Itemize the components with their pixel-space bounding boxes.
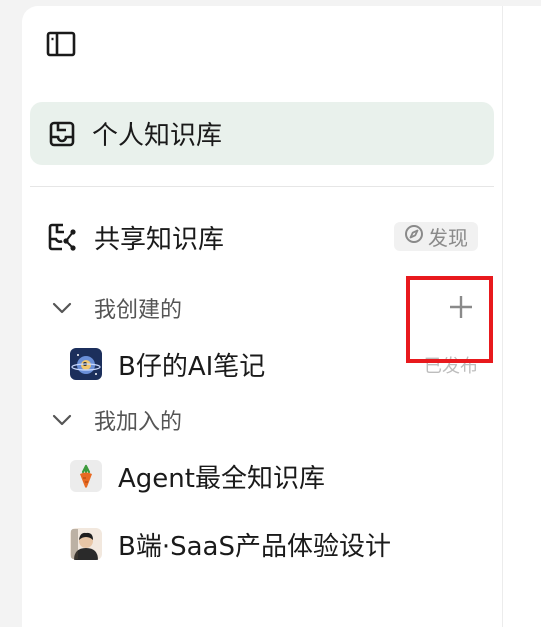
planet-avatar-icon [70, 348, 102, 380]
group-joined-label: 我加入的 [94, 410, 183, 435]
shared-kb-icon [48, 222, 78, 252]
sidebar-toggle-button[interactable] [45, 31, 77, 61]
discover-button[interactable]: 发现 [394, 222, 478, 251]
kb-list-item[interactable]: Agent最全知识库 [30, 454, 494, 498]
chevron-down-icon [50, 296, 74, 320]
compass-icon [404, 224, 424, 249]
app-root: 个人知识库 共享知识库 发现 我创建的 B仔的AI笔记 已发布 我加入的 Age… [0, 0, 541, 627]
discover-label: 发现 [428, 226, 468, 250]
sidebar-panel-icon [46, 31, 76, 61]
chevron-down-icon [50, 408, 74, 432]
main-content-pane [502, 6, 541, 627]
carrot-avatar-icon [70, 460, 102, 492]
group-joined-header[interactable]: 我加入的 [30, 400, 494, 440]
person-avatar-icon [70, 528, 102, 560]
kb-list-item[interactable]: B端·SaaS产品体验设计 [30, 522, 494, 566]
shared-kb-label: 共享知识库 [94, 224, 225, 255]
group-created-label: 我创建的 [94, 298, 183, 323]
kb-item-name: Agent最全知识库 [118, 463, 325, 494]
personal-kb-label: 个人知识库 [92, 121, 223, 151]
highlight-box [406, 276, 493, 363]
kb-item-name: B仔的AI笔记 [118, 351, 266, 382]
personal-kb-item[interactable]: 个人知识库 [30, 102, 494, 165]
personal-kb-icon [48, 120, 76, 148]
kb-item-name: B端·SaaS产品体验设计 [118, 531, 391, 562]
section-divider [30, 186, 494, 187]
